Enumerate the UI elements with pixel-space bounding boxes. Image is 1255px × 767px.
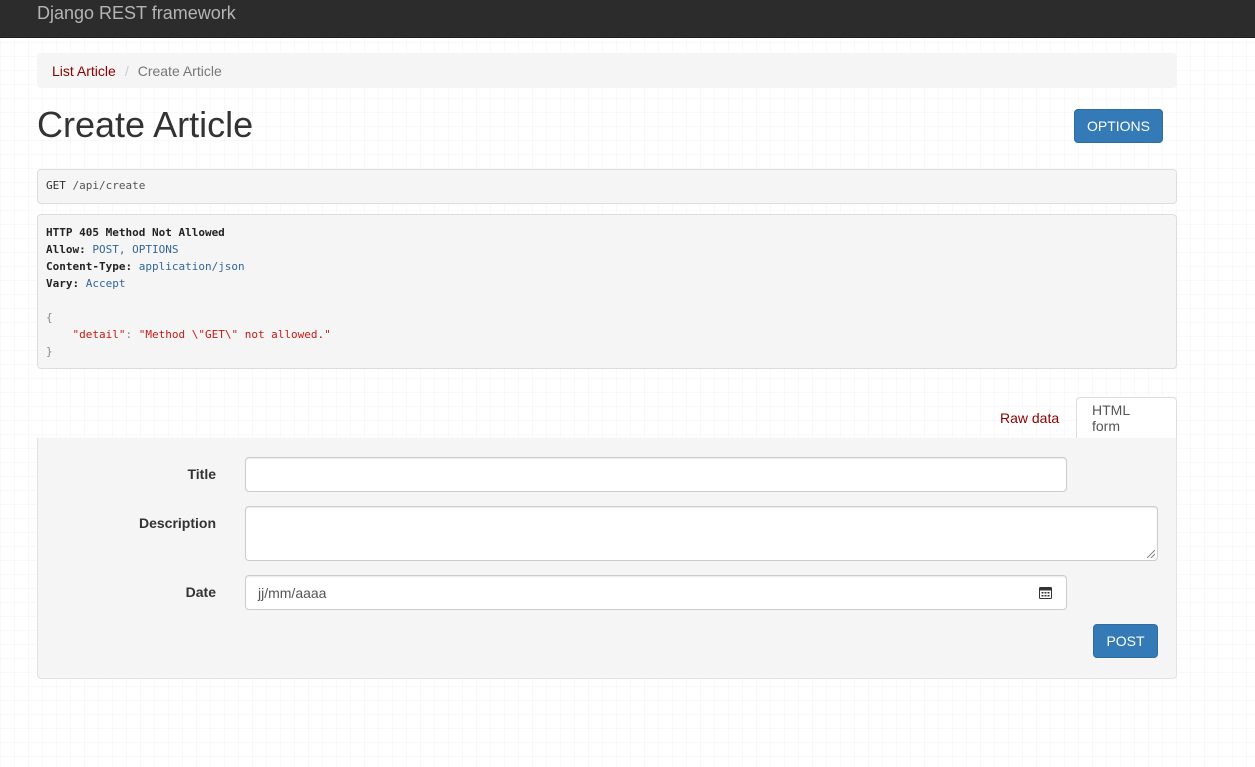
- post-button[interactable]: POST: [1093, 624, 1158, 658]
- response-status: HTTP 405 Method Not Allowed: [46, 226, 225, 239]
- header-name: Allow:: [46, 243, 86, 256]
- brand-title[interactable]: Django REST framework: [37, 3, 236, 24]
- header-value: Accept: [85, 277, 126, 290]
- response-info: HTTP 405 Method Not Allowed Allow: POST,…: [37, 214, 1177, 369]
- resize-grip-icon[interactable]: [1147, 550, 1155, 558]
- tab-html-form[interactable]: HTML form: [1076, 397, 1177, 439]
- header-value: application/json: [138, 260, 245, 273]
- date-input[interactable]: jj/mm/aaaa: [245, 575, 1067, 610]
- description-label: Description: [138, 515, 216, 531]
- json-value: "Method \"GET\" not allowed.": [138, 328, 331, 341]
- html-form: Title Description Date jj/mm/aaaa POST: [37, 438, 1177, 679]
- json-close-brace: }: [46, 345, 53, 358]
- header-name: Content-Type:: [46, 260, 133, 273]
- json-colon: :: [125, 328, 139, 341]
- header-name: Vary:: [46, 277, 80, 290]
- breadcrumb: List Article / Create Article: [37, 53, 1177, 88]
- json-key: "detail": [72, 328, 126, 341]
- breadcrumb-link-list-article[interactable]: List Article: [52, 63, 116, 79]
- date-label: Date: [185, 584, 216, 600]
- request-path: /api/create: [72, 179, 146, 192]
- json-open-brace: {: [46, 311, 53, 324]
- request-info: GET /api/create: [37, 169, 1177, 204]
- tab-raw-data[interactable]: Raw data: [985, 397, 1074, 439]
- breadcrumb-current: Create Article: [137, 62, 222, 79]
- title-label: Title: [187, 466, 216, 482]
- options-button[interactable]: OPTIONS: [1074, 109, 1163, 143]
- navbar: Django REST framework: [0, 0, 1255, 38]
- page-title: Create Article: [37, 104, 254, 145]
- date-placeholder: jj/mm/aaaa: [258, 584, 327, 601]
- request-method: GET: [46, 179, 66, 192]
- header-value: POST, OPTIONS: [92, 243, 179, 256]
- calendar-icon[interactable]: [1039, 586, 1052, 599]
- description-textarea[interactable]: [245, 506, 1158, 561]
- breadcrumb-separator: /: [124, 62, 129, 79]
- form-tabs: Raw data HTML form: [37, 397, 1177, 439]
- title-input[interactable]: [245, 457, 1067, 492]
